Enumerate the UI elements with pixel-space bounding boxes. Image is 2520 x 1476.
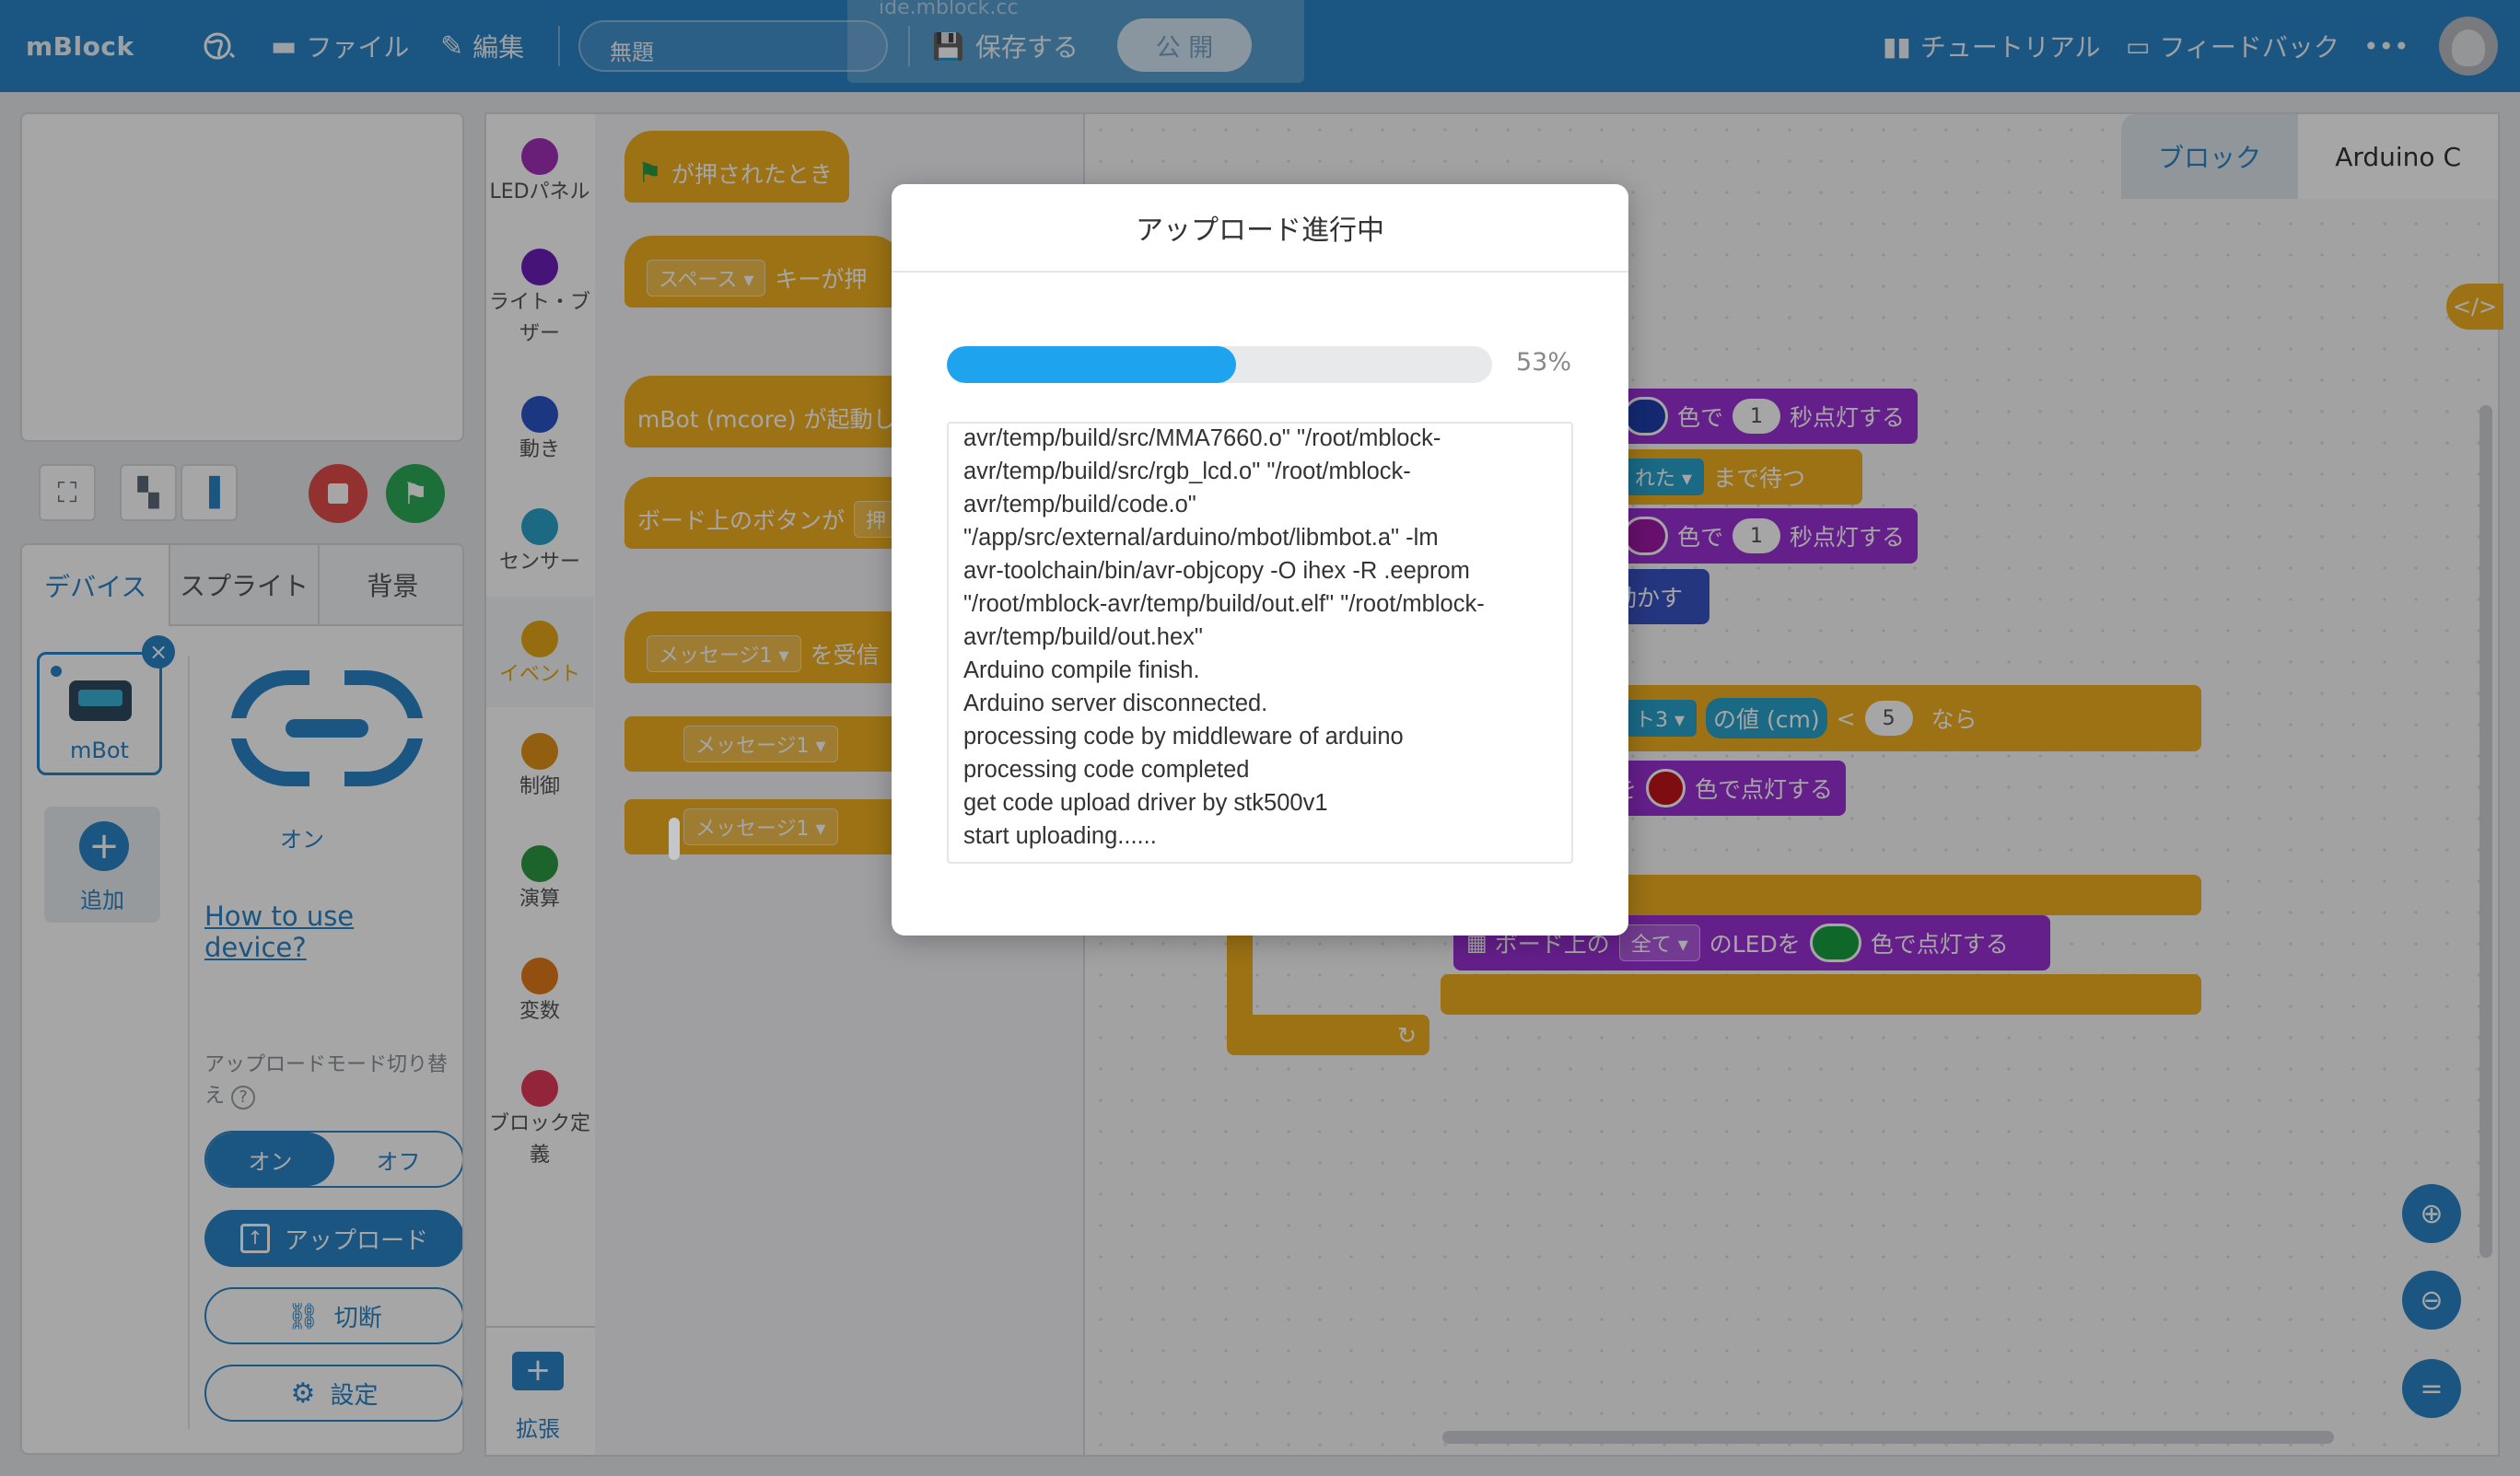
upload-progress-fill (947, 346, 1236, 383)
log-line: Arduino compile finish. (963, 657, 1200, 683)
log-line: get code upload driver by stk500v1 (963, 790, 1328, 816)
upload-log-text: avr/temp/build/src/MMA7660.o" "/root/mbl… (963, 424, 1553, 853)
dialog-title: アップロード進行中 (892, 184, 1628, 273)
upload-progress-bar (947, 346, 1492, 383)
log-line: avr/temp/build/out.hex" (963, 624, 1203, 650)
log-line: avr/temp/build/src/rgb_lcd.o" "/root/mbl… (963, 459, 1411, 484)
log-line: "/app/src/external/arduino/mbot/libmbot.… (963, 525, 1439, 551)
upload-progress-percent: 53% (1516, 348, 1572, 377)
log-line: start uploading...... (963, 823, 1157, 849)
log-line: avr/temp/build/code.o" (963, 492, 1196, 517)
log-line: processing code by middleware of arduino (963, 724, 1404, 750)
upload-progress-dialog: アップロード進行中 53% avr/temp/build/src/MMA7660… (892, 184, 1628, 936)
log-scrollbar[interactable] (669, 818, 680, 860)
log-line: Arduino server disconnected. (963, 691, 1268, 716)
log-line: processing code completed (963, 757, 1250, 783)
log-line: avr/temp/build/src/MMA7660.o" "/root/mbl… (963, 425, 1441, 451)
log-line: avr-toolchain/bin/avr-objcopy -O ihex -R… (963, 558, 1470, 584)
upload-log[interactable]: avr/temp/build/src/MMA7660.o" "/root/mbl… (947, 422, 1573, 864)
log-line: "/root/mblock-avr/temp/build/out.elf" "/… (963, 591, 1485, 617)
